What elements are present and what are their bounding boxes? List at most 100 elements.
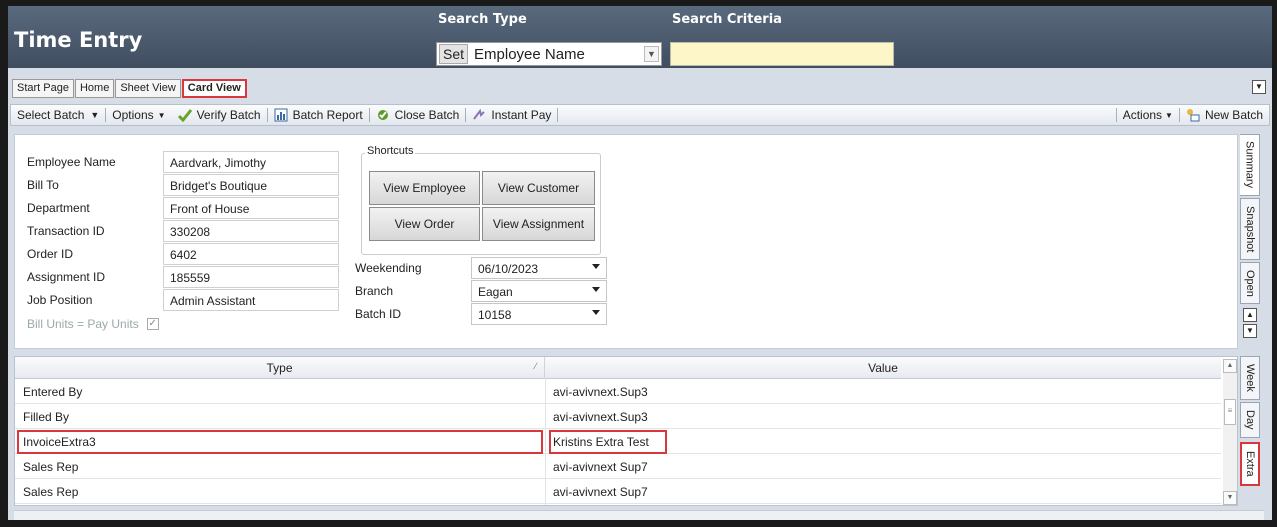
transaction-id-label: Transaction ID — [27, 224, 105, 238]
weekending-label: Weekending — [355, 261, 422, 275]
table-row[interactable]: Entered By avi-avivnext.Sup3 — [15, 379, 1221, 404]
collapse-panel-icon[interactable]: ▼ — [1252, 80, 1266, 94]
side-tabs-top: Summary Snapshot Open ▲ ▼ — [1240, 134, 1264, 348]
select-batch-button[interactable]: Select Batch ▼ — [11, 108, 105, 122]
tab-home[interactable]: Home — [74, 79, 115, 98]
highlight-value-cell — [549, 430, 667, 454]
sort-icon: ⁄ — [535, 361, 537, 371]
verify-batch-button[interactable]: Verify Batch — [172, 108, 267, 122]
column-header-type[interactable]: Type — [15, 357, 545, 379]
close-batch-button[interactable]: Close Batch — [370, 108, 466, 122]
toolbar: Select Batch ▼ Options ▼ Verify Batch Ba… — [10, 104, 1270, 126]
scroll-up-icon[interactable]: ▲ — [1243, 308, 1257, 322]
side-tab-snapshot[interactable]: Snapshot — [1240, 198, 1260, 260]
assignment-id-field[interactable]: 185559 — [163, 266, 339, 288]
assignment-id-label: Assignment ID — [27, 270, 106, 284]
form-row-job-position: Job Position Admin Assistant — [27, 289, 339, 311]
order-id-label: Order ID — [27, 247, 74, 261]
row-value: avi-avivnext Sup7 — [553, 460, 648, 474]
instant-pay-label: Instant Pay — [491, 108, 552, 122]
view-assignment-button[interactable]: View Assignment — [482, 207, 595, 241]
weekending-value: 06/10/2023 — [478, 262, 539, 276]
caret-down-icon — [592, 310, 600, 315]
form-row-order-id: Order ID 6402 — [27, 243, 339, 265]
view-employee-button[interactable]: View Employee — [369, 171, 480, 205]
row-type: Filled By — [23, 410, 70, 424]
grid-scrollbar[interactable]: ▲ ≡ ▼ — [1223, 359, 1237, 505]
close-batch-icon — [377, 110, 388, 120]
employee-name-field[interactable]: Aardvark, Jimothy — [163, 151, 339, 173]
table-row[interactable]: Sales Rep avi-avivnext Sup7 — [15, 479, 1221, 504]
employee-name-label: Employee Name — [27, 155, 116, 169]
scroll-thumb[interactable]: ≡ — [1224, 399, 1236, 425]
batch-id-row: Batch ID 10158 — [355, 303, 607, 325]
scroll-up-icon[interactable]: ▲ — [1223, 359, 1237, 373]
weekending-select[interactable]: 06/10/2023 — [471, 257, 607, 279]
caret-down-icon: ▼ — [157, 110, 166, 120]
order-id-field[interactable]: 6402 — [163, 243, 339, 265]
bill-units-option: Bill Units = Pay Units ✓ — [27, 317, 159, 331]
branch-select[interactable]: Eagan — [471, 280, 607, 302]
lightning-icon — [473, 108, 486, 120]
column-header-value[interactable]: Value — [545, 357, 1221, 379]
chevron-down-icon[interactable]: ▼ — [644, 46, 659, 62]
tab-start-page[interactable]: Start Page — [12, 79, 74, 98]
bill-to-field[interactable]: Bridget's Boutique — [163, 174, 339, 196]
search-type-select[interactable]: Set Employee Name ▼ — [436, 42, 662, 66]
transaction-id-field[interactable]: 330208 — [163, 220, 339, 242]
grid-header: Type ⁄ Value — [15, 357, 1221, 379]
caret-down-icon — [592, 287, 600, 292]
batch-report-button[interactable]: Batch Report — [268, 108, 369, 122]
toolbar-right: Actions ▼ New Batch — [1115, 108, 1269, 122]
select-batch-label: Select Batch — [17, 108, 85, 122]
branch-value: Eagan — [478, 285, 513, 299]
side-tab-summary[interactable]: Summary — [1240, 134, 1260, 196]
app-title: Time Entry — [14, 28, 143, 52]
employee-card: Employee Name Aardvark, Jimothy Bill To … — [14, 134, 1238, 349]
view-customer-button[interactable]: View Customer — [482, 171, 595, 205]
table-row[interactable]: Filled By avi-avivnext.Sup3 — [15, 404, 1221, 429]
batch-id-select[interactable]: 10158 — [471, 303, 607, 325]
verify-batch-label: Verify Batch — [196, 108, 261, 122]
actions-button[interactable]: Actions ▼ — [1117, 108, 1179, 122]
row-type: Sales Rep — [23, 485, 79, 499]
set-button[interactable]: Set — [439, 44, 469, 64]
report-icon — [274, 108, 288, 122]
table-row[interactable]: Sales Rep avi-avivnext Sup7 — [15, 454, 1221, 479]
scroll-down-icon[interactable]: ▼ — [1243, 324, 1257, 338]
tab-card-view[interactable]: Card View — [181, 79, 247, 98]
bill-units-checkbox[interactable]: ✓ — [146, 318, 159, 330]
form-row-transaction-id: Transaction ID 330208 — [27, 220, 339, 242]
side-tab-extra[interactable]: Extra — [1240, 442, 1260, 486]
highlight-type-cell — [17, 430, 543, 454]
close-batch-label: Close Batch — [394, 108, 460, 122]
side-tab-open[interactable]: Open — [1240, 262, 1260, 304]
instant-pay-button[interactable]: Instant Pay — [466, 108, 557, 122]
tab-sheet-view[interactable]: Sheet View — [115, 79, 181, 98]
row-value: avi-avivnext Sup7 — [553, 485, 648, 499]
search-criteria-input[interactable] — [670, 42, 894, 66]
status-footer — [14, 510, 1264, 520]
department-field[interactable]: Front of House — [163, 197, 339, 219]
shortcuts-label: Shortcuts — [365, 145, 416, 157]
caret-down-icon: ▼ — [90, 110, 100, 120]
scroll-down-icon[interactable]: ▼ — [1223, 491, 1237, 505]
view-order-button[interactable]: View Order — [369, 207, 480, 241]
department-label: Department — [27, 201, 90, 215]
search-type-value: Employee Name — [474, 45, 585, 63]
bill-to-label: Bill To — [27, 178, 59, 192]
side-tab-week[interactable]: Week — [1240, 356, 1260, 400]
new-batch-button[interactable]: New Batch — [1180, 108, 1269, 122]
extra-grid: Type ⁄ Value Entered By avi-avivnext.Sup… — [14, 356, 1238, 506]
toolbar-separator — [557, 108, 559, 122]
job-position-field[interactable]: Admin Assistant — [163, 289, 339, 311]
row-type: Sales Rep — [23, 460, 79, 474]
form-row-assignment-id: Assignment ID 185559 — [27, 266, 339, 288]
bill-units-label: Bill Units = Pay Units — [27, 317, 139, 331]
options-label: Options — [112, 108, 154, 122]
side-tab-day[interactable]: Day — [1240, 402, 1260, 438]
row-type: Entered By — [23, 385, 83, 399]
form-row-employee-name: Employee Name Aardvark, Jimothy — [27, 151, 339, 173]
options-button[interactable]: Options ▼ — [106, 108, 171, 122]
view-tabs: Start Page Home Sheet View Card View — [12, 79, 248, 98]
